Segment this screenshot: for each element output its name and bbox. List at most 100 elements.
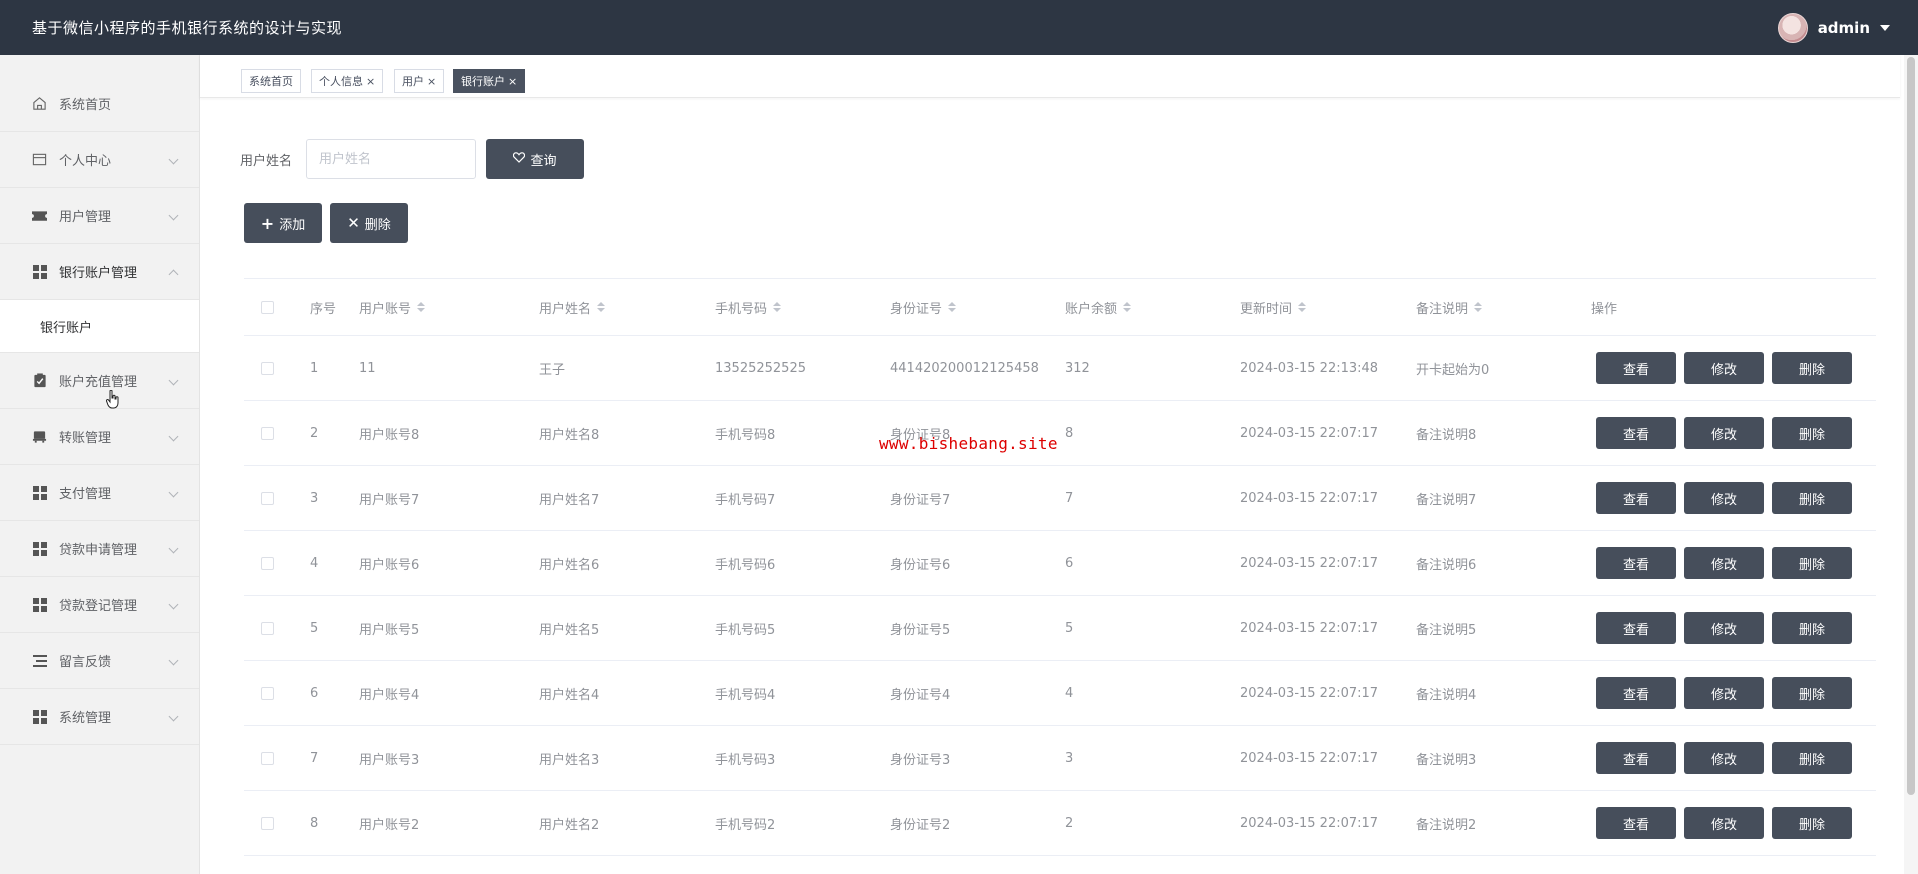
cell-name: 用户姓名7 — [539, 492, 600, 508]
col-header-note[interactable]: 备注说明 — [1416, 279, 1483, 335]
user-menu[interactable]: admin — [1777, 12, 1890, 43]
table-row: 4 用户账号6 用户姓名6 手机号码6 身份证号6 6 2024-03-15 2… — [244, 531, 1876, 596]
sidebar-item-system-management[interactable]: 系统管理 — [0, 689, 199, 745]
delete-button[interactable]: 删除 — [1772, 612, 1852, 644]
close-icon[interactable]: × — [366, 75, 375, 88]
cell-name: 用户姓名5 — [539, 622, 600, 638]
grid-icon — [32, 264, 47, 279]
row-checkbox[interactable] — [261, 466, 274, 530]
tab-personal-info[interactable]: 个人信息 × — [311, 69, 384, 93]
select-all-checkbox[interactable] — [261, 279, 274, 335]
col-header-balance[interactable]: 账户余额 — [1065, 279, 1132, 335]
list-icon — [32, 653, 47, 668]
cell-phone: 手机号码4 — [715, 687, 776, 703]
sort-icon[interactable] — [1123, 302, 1132, 312]
col-header-updated[interactable]: 更新时间 — [1240, 279, 1307, 335]
sort-icon[interactable] — [597, 302, 606, 312]
row-checkbox[interactable] — [261, 791, 274, 855]
app-title: 基于微信小程序的手机银行系统的设计与实现 — [32, 19, 343, 37]
delete-button[interactable]: 删除 — [1772, 807, 1852, 839]
view-button[interactable]: 查看 — [1596, 417, 1676, 449]
tab-home[interactable]: 系统首页 — [241, 69, 301, 93]
sidebar-item-home[interactable]: 系统首页 — [0, 76, 199, 132]
tab-user[interactable]: 用户 × — [394, 69, 445, 93]
sort-icon[interactable] — [417, 302, 426, 312]
view-button[interactable]: 查看 — [1596, 742, 1676, 774]
sidebar-item-transfer-management[interactable]: 转账管理 — [0, 409, 199, 465]
chevron-down-icon — [168, 375, 179, 386]
sort-icon[interactable] — [1474, 302, 1483, 312]
edit-button[interactable]: 修改 — [1684, 677, 1764, 709]
sort-icon[interactable] — [1298, 302, 1307, 312]
cell-account: 用户账号4 — [359, 687, 420, 703]
col-header-name[interactable]: 用户姓名 — [539, 279, 606, 335]
row-checkbox[interactable] — [261, 726, 274, 790]
close-icon[interactable]: × — [427, 75, 436, 88]
row-checkbox[interactable] — [261, 661, 274, 725]
sidebar-item-personal-center[interactable]: 个人中心 — [0, 132, 199, 188]
cell-updated: 2024-03-15 22:13:48 — [1240, 360, 1379, 376]
sidebar: 系统首页 个人中心 用户管理 银行账户管理 银行账户 账户充值管理 转账管理 支… — [0, 55, 200, 874]
close-icon[interactable]: × — [508, 75, 517, 88]
sort-icon[interactable] — [948, 302, 957, 312]
add-button[interactable]: + 添加 — [244, 203, 322, 243]
sidebar-item-recharge-management[interactable]: 账户充值管理 — [0, 353, 199, 409]
sidebar-item-loan-registration-management[interactable]: 贷款登记管理 — [0, 577, 199, 633]
caret-down-icon[interactable] — [1880, 24, 1890, 31]
edit-button[interactable]: 修改 — [1684, 612, 1764, 644]
delete-button[interactable]: 删除 — [1772, 352, 1852, 384]
delete-button[interactable]: 删除 — [1772, 482, 1852, 514]
cell-name: 王子 — [539, 362, 566, 378]
avatar[interactable] — [1777, 12, 1808, 43]
cell-idcard: 身份证号4 — [890, 687, 951, 703]
sidebar-item-user-management[interactable]: 用户管理 — [0, 188, 199, 244]
sidebar-item-bank-account-management[interactable]: 银行账户管理 — [0, 244, 199, 300]
tab-bank-account[interactable]: 银行账户 × — [453, 69, 526, 93]
cell-note: 备注说明4 — [1416, 687, 1477, 703]
sidebar-item-feedback[interactable]: 留言反馈 — [0, 633, 199, 689]
sidebar-item-loan-application-management[interactable]: 贷款申请管理 — [0, 521, 199, 577]
row-checkbox[interactable] — [261, 531, 274, 595]
edit-button[interactable]: 修改 — [1684, 742, 1764, 774]
chevron-down-icon — [168, 210, 179, 221]
username[interactable]: admin — [1818, 19, 1870, 37]
batch-delete-button[interactable]: ✕ 删除 — [330, 203, 408, 243]
row-checkbox[interactable] — [261, 401, 274, 465]
sidebar-subitem-bank-account[interactable]: 银行账户 — [0, 300, 199, 353]
col-header-idcard[interactable]: 身份证号 — [890, 279, 957, 335]
cell-balance: 312 — [1065, 360, 1090, 376]
edit-button[interactable]: 修改 — [1684, 807, 1764, 839]
query-button[interactable]: 查询 — [486, 139, 584, 179]
col-header-account[interactable]: 用户账号 — [359, 279, 426, 335]
cell-name: 用户姓名8 — [539, 427, 600, 443]
cell-idcard: 身份证号3 — [890, 752, 951, 768]
col-header-index: 序号 — [310, 301, 337, 317]
scrollbar-thumb[interactable] — [1907, 57, 1915, 795]
edit-button[interactable]: 修改 — [1684, 352, 1764, 384]
view-button[interactable]: 查看 — [1596, 547, 1676, 579]
search-input[interactable] — [306, 139, 476, 179]
view-button[interactable]: 查看 — [1596, 482, 1676, 514]
cell-actions: 查看 修改 删除 — [1596, 531, 1860, 595]
view-button[interactable]: 查看 — [1596, 352, 1676, 384]
cell-actions: 查看 修改 删除 — [1596, 401, 1860, 465]
col-header-phone[interactable]: 手机号码 — [715, 279, 782, 335]
edit-button[interactable]: 修改 — [1684, 482, 1764, 514]
view-button[interactable]: 查看 — [1596, 677, 1676, 709]
vertical-scrollbar[interactable] — [1904, 55, 1918, 874]
delete-button[interactable]: 删除 — [1772, 742, 1852, 774]
row-checkbox[interactable] — [261, 336, 274, 400]
delete-button[interactable]: 删除 — [1772, 677, 1852, 709]
edit-button[interactable]: 修改 — [1684, 547, 1764, 579]
row-checkbox[interactable] — [261, 596, 274, 660]
view-button[interactable]: 查看 — [1596, 807, 1676, 839]
delete-button[interactable]: 删除 — [1772, 417, 1852, 449]
sidebar-item-payment-management[interactable]: 支付管理 — [0, 465, 199, 521]
sort-icon[interactable] — [773, 302, 782, 312]
edit-button[interactable]: 修改 — [1684, 417, 1764, 449]
view-button[interactable]: 查看 — [1596, 612, 1676, 644]
cell-account: 用户账号8 — [359, 427, 420, 443]
chevron-down-icon — [168, 655, 179, 666]
delete-button[interactable]: 删除 — [1772, 547, 1852, 579]
tab-label: 用户 — [402, 75, 424, 88]
